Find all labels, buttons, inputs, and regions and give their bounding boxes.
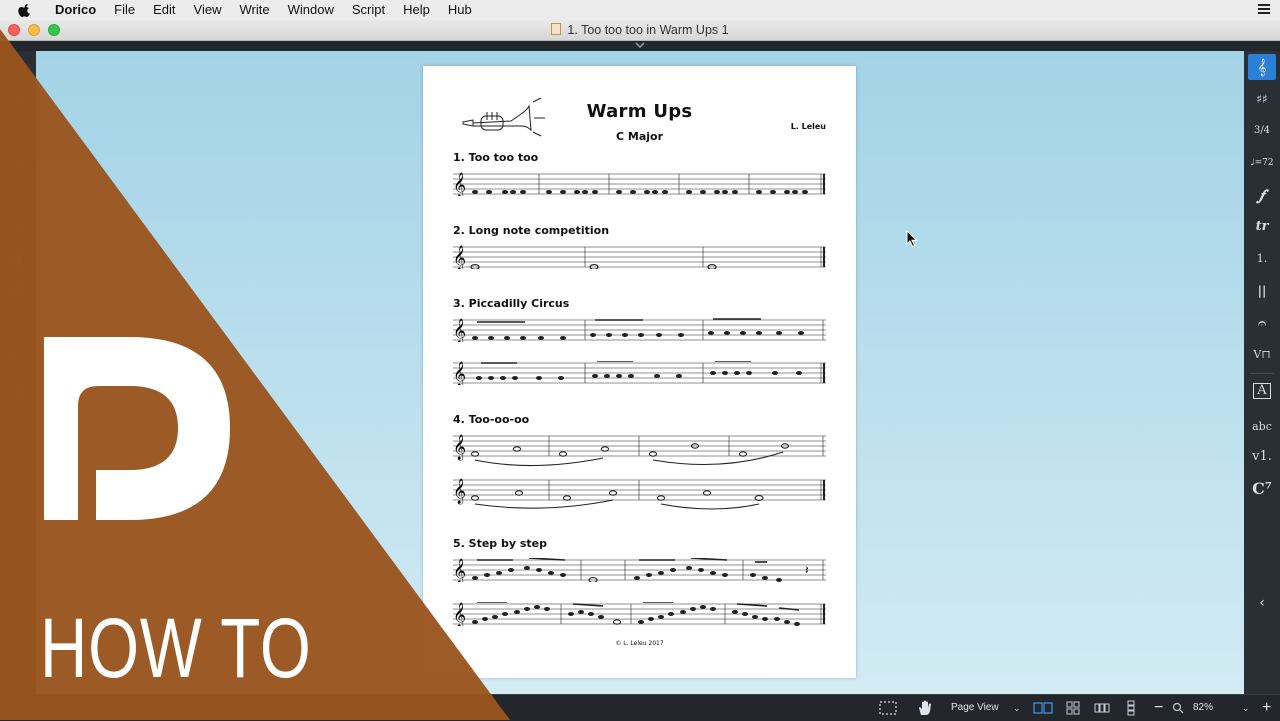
- lock-icon[interactable]: ▣: [8, 251, 28, 271]
- repeat-ending-icon[interactable]: 1.: [1248, 246, 1276, 272]
- view-mode-select[interactable]: Page View: [951, 695, 999, 721]
- svg-text:𝄽: 𝄽: [805, 563, 809, 577]
- music-staff[interactable]: 𝄞: [453, 478, 826, 516]
- svg-text:𝄞: 𝄞: [453, 558, 466, 582]
- menu-hub[interactable]: Hub: [439, 0, 481, 20]
- window-titlebar: 1. Too too too in Warm Ups 1: [0, 20, 1280, 41]
- how-to-caption: HOW TO: [40, 601, 312, 695]
- svg-text:𝄞: 𝄞: [453, 361, 466, 385]
- score-page[interactable]: Warm Ups C Major L. Leleu 1. Too too too…: [423, 66, 856, 678]
- chevron-down-icon[interactable]: [634, 41, 646, 49]
- collapsed-toolbar: [0, 41, 1280, 51]
- section-title[interactable]: 3. Piccadilly Circus: [453, 297, 569, 310]
- svg-text:𝄞: 𝄞: [453, 172, 466, 196]
- score-composer[interactable]: L. Leleu: [791, 122, 826, 131]
- zoom-level-select[interactable]: 82%: [1193, 695, 1213, 721]
- music-staff[interactable]: 𝄞 𝄽: [453, 558, 826, 582]
- panel-divider: [1250, 373, 1274, 374]
- section-title[interactable]: 4. Too-oo-oo: [453, 413, 529, 426]
- magnifier-icon: [1172, 702, 1184, 714]
- dynamics-icon[interactable]: 𝆑: [1248, 182, 1276, 208]
- menu-edit[interactable]: Edit: [144, 0, 184, 20]
- status-bar: Page View ⌄ − 82% ⌄ +: [0, 694, 1280, 721]
- bowing-icon[interactable]: V⊓: [1248, 342, 1276, 368]
- spread-view-icon[interactable]: [1033, 702, 1053, 714]
- music-staff[interactable]: 𝄞: [453, 434, 826, 472]
- svg-text:𝄞: 𝄞: [453, 434, 466, 460]
- score-copyright[interactable]: © L. Leleu 2017: [423, 640, 856, 647]
- document-icon: [551, 23, 562, 35]
- left-toolbox: ♩ 𝄽 𝆕 ♬ ♪ Ⅹ ▣ 𝄡 ♫ ✂ ➤ ›: [0, 51, 36, 694]
- score-title[interactable]: Warm Ups: [423, 101, 856, 122]
- chord-symbol-icon[interactable]: C⁷: [1248, 476, 1276, 502]
- chevron-right-icon[interactable]: ›: [8, 545, 28, 565]
- beam-icon[interactable]: ♫: [8, 315, 28, 335]
- tie-icon[interactable]: ♪: [8, 187, 28, 207]
- fermata-icon[interactable]: 𝄐: [1248, 310, 1276, 336]
- text-icon[interactable]: A: [1248, 378, 1276, 404]
- music-staff[interactable]: 𝄞: [453, 361, 826, 385]
- music-staff[interactable]: 𝄞: [453, 318, 826, 342]
- menu-file[interactable]: File: [105, 0, 144, 20]
- svg-text:𝄞: 𝄞: [453, 318, 466, 342]
- grace-note-icon[interactable]: 𝆕: [8, 123, 28, 143]
- slur-icon[interactable]: Ⅹ: [8, 219, 28, 239]
- menu-write[interactable]: Write: [230, 0, 278, 20]
- music-staff[interactable]: 𝄞: [453, 172, 826, 196]
- vertical-pages-icon[interactable]: [1126, 700, 1136, 716]
- apple-icon[interactable]: [18, 3, 32, 17]
- note-icon[interactable]: ♩: [8, 59, 28, 79]
- section-title[interactable]: 2. Long note competition: [453, 224, 609, 237]
- window-title-text: 1. Too too too in Warm Ups 1: [567, 23, 729, 37]
- figured-bass-icon[interactable]: v1.: [1248, 444, 1276, 470]
- clef-icon[interactable]: 𝄞: [1248, 54, 1276, 80]
- chevron-down-icon[interactable]: ⌄: [1013, 695, 1021, 721]
- marquee-select-icon[interactable]: [878, 700, 898, 716]
- key-signature-icon[interactable]: ♯♯: [1248, 86, 1276, 112]
- grid-view-icon[interactable]: [1066, 701, 1080, 715]
- mouse-pointer-icon: [906, 230, 918, 248]
- score-canvas[interactable]: Warm Ups C Major L. Leleu 1. Too too too…: [36, 51, 1244, 694]
- window-title: 1. Too too too in Warm Ups 1: [0, 23, 1280, 37]
- music-staff[interactable]: 𝄞: [453, 602, 826, 626]
- time-signature-icon[interactable]: 3/4: [1248, 118, 1276, 144]
- menu-window[interactable]: Window: [279, 0, 343, 20]
- svg-text:𝄞: 𝄞: [453, 478, 466, 504]
- score-subtitle[interactable]: C Major: [423, 130, 856, 143]
- menu-script[interactable]: Script: [343, 0, 394, 20]
- hand-tool-icon[interactable]: [916, 699, 934, 717]
- menu-app-dorico[interactable]: Dorico: [46, 0, 105, 20]
- menu-view[interactable]: View: [185, 0, 231, 20]
- scissors-icon[interactable]: ✂: [8, 347, 28, 367]
- svg-text:𝄞: 𝄞: [453, 245, 466, 269]
- right-notations-panel: 𝄞 ♯♯ 3/4 ♩=72 𝆑 tr 1. || 𝄐 V⊓ A abc v1. …: [1244, 51, 1280, 694]
- menu-help[interactable]: Help: [394, 0, 439, 20]
- section-title[interactable]: 5. Step by step: [453, 537, 547, 550]
- music-staff[interactable]: 𝄞: [453, 245, 826, 269]
- clef-icon[interactable]: 𝄡: [8, 283, 28, 303]
- tuplet-icon[interactable]: ♬: [8, 155, 28, 175]
- ornaments-icon[interactable]: tr: [1248, 214, 1276, 240]
- select-arrow-icon[interactable]: ➤: [8, 383, 28, 403]
- svg-text:𝄞: 𝄞: [453, 602, 466, 626]
- chevron-left-icon[interactable]: ‹: [1248, 590, 1276, 616]
- zoom-in-button[interactable]: +: [1262, 695, 1271, 721]
- zoom-out-button[interactable]: −: [1154, 695, 1163, 721]
- barline-icon[interactable]: ||: [1248, 278, 1276, 304]
- menu-bar: Dorico File Edit View Write Window Scrip…: [0, 0, 1280, 21]
- menubar-list-icon[interactable]: [1258, 4, 1270, 14]
- lyrics-icon[interactable]: abc: [1248, 414, 1276, 440]
- horizontal-pages-icon[interactable]: [1094, 703, 1110, 713]
- tempo-icon[interactable]: ♩=72: [1248, 150, 1276, 176]
- chevron-down-icon[interactable]: ⌄: [1242, 695, 1250, 721]
- section-title[interactable]: 1. Too too too: [453, 151, 538, 164]
- rest-icon[interactable]: 𝄽: [8, 91, 28, 111]
